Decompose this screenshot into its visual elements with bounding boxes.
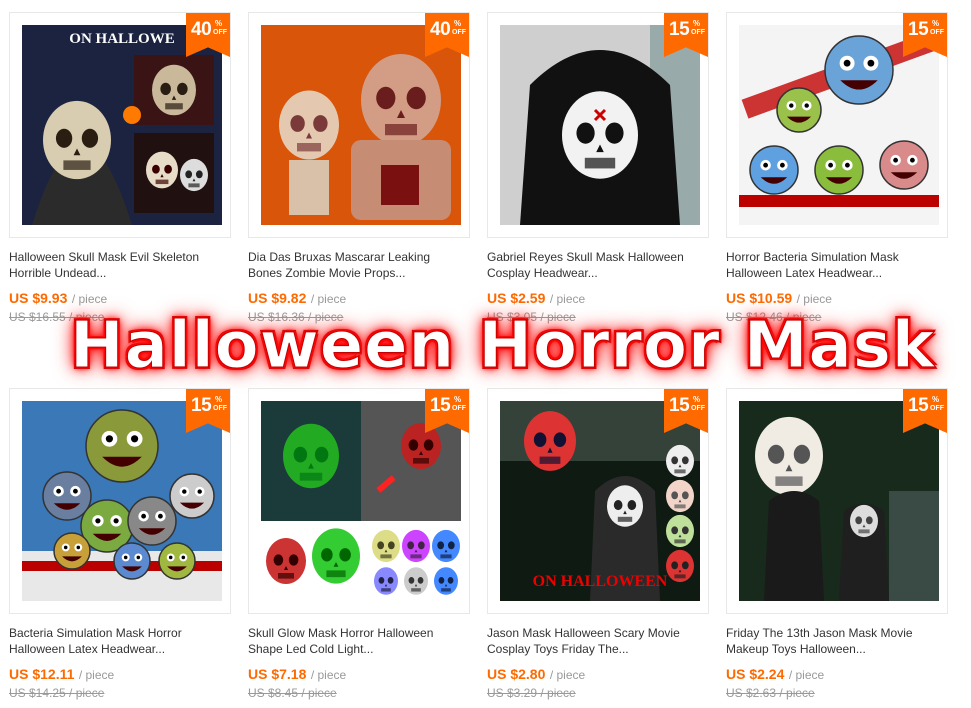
original-price: US $8.45 / piece [248, 686, 337, 700]
product-title-line-1[interactable]: Jason Mask Halloween Scary Movie [487, 625, 709, 641]
product-title-line-2[interactable]: Shape Led Cold Light... [248, 641, 470, 657]
discount-off-label: OFF [930, 29, 944, 36]
price-unit: / piece [310, 668, 347, 682]
discount-percent-sign: % [932, 19, 940, 28]
jason-mask-image[interactable] [739, 401, 939, 601]
discount-off-label: OFF [213, 405, 227, 412]
jason-mask-image[interactable]: ON HALLOWEEN [500, 401, 700, 601]
discount-value: 15 [191, 395, 212, 416]
product-image-frame[interactable]: 40 % OFF [248, 12, 470, 238]
product-title-line-2[interactable]: Halloween Latex Headwear... [9, 641, 231, 657]
discount-percent-sign: % [215, 395, 223, 404]
product-title-link[interactable]: Gabriel Reyes Skull Mask Halloween Cospl… [487, 249, 709, 281]
discount-value: 40 [430, 19, 451, 40]
product-title-line-2[interactable]: Horrible Undead... [9, 265, 231, 281]
price-unit: / piece [78, 668, 115, 682]
product-image-frame[interactable]: ON HALLOWEEN 15 % OFF [487, 388, 709, 614]
zombie-mask-image[interactable] [261, 25, 461, 225]
discount-off-label: OFF [691, 29, 705, 36]
bacteria-mask-image[interactable] [22, 401, 222, 601]
discount-percent-sign: % [693, 19, 701, 28]
product-title-link[interactable]: Skull Glow Mask Horror Halloween Shape L… [248, 625, 470, 657]
svg-text:ON HALLOWE: ON HALLOWE [69, 31, 174, 47]
product-title-line-1[interactable]: Bacteria Simulation Mask Horror [9, 625, 231, 641]
svg-text:ON HALLOWEEN: ON HALLOWEEN [533, 573, 668, 590]
original-price: US $14.25 / piece [9, 686, 105, 700]
discount-value: 15 [669, 19, 690, 40]
product-title-line-1[interactable]: Friday The 13th Jason Mask Movie [726, 625, 948, 641]
product-title-link[interactable]: Horror Bacteria Simulation Mask Hallowee… [726, 249, 948, 281]
discount-off-label: OFF [691, 405, 705, 412]
product-price: US $2.24 / piece [726, 666, 824, 684]
discount-off-label: OFF [930, 405, 944, 412]
product-price: US $12.11 / piece [9, 666, 114, 684]
original-price: US $2.63 / piece [726, 686, 815, 700]
discount-percent-sign: % [932, 395, 940, 404]
discount-percent-sign: % [454, 395, 462, 404]
product-title-line-1[interactable]: Horror Bacteria Simulation Mask [726, 249, 948, 265]
price-amount: US $2.24 [726, 666, 785, 682]
product-title-link[interactable]: Jason Mask Halloween Scary Movie Cosplay… [487, 625, 709, 657]
product-title-line-2[interactable]: Makeup Toys Halloween... [726, 641, 948, 657]
product-title-line-2[interactable]: Bones Zombie Movie Props... [248, 265, 470, 281]
discount-value: 15 [908, 19, 929, 40]
price-amount: US $12.11 [9, 666, 75, 682]
bacteria-mask-image[interactable] [739, 25, 939, 225]
price-unit: / piece [788, 668, 825, 682]
product-image-frame[interactable]: 15 % OFF [726, 12, 948, 238]
product-title-link[interactable]: Bacteria Simulation Mask Horror Hallowee… [9, 625, 231, 657]
product-title-link[interactable]: Dia Das Bruxas Mascarar Leaking Bones Zo… [248, 249, 470, 281]
discount-value: 15 [908, 395, 929, 416]
discount-percent-sign: % [693, 395, 701, 404]
discount-off-label: OFF [452, 405, 466, 412]
price-unit: / piece [549, 668, 586, 682]
discount-percent-sign: % [215, 19, 223, 28]
discount-value: 15 [669, 395, 690, 416]
product-title-line-1[interactable]: Halloween Skull Mask Evil Skeleton [9, 249, 231, 265]
discount-percent-sign: % [454, 19, 462, 28]
price-amount: US $9.93 [9, 290, 68, 306]
original-price: US $3.29 / piece [487, 686, 576, 700]
product-title-line-2[interactable]: Cosplay Toys Friday The... [487, 641, 709, 657]
product-title-link[interactable]: Halloween Skull Mask Evil Skeleton Horri… [9, 249, 231, 281]
product-image-frame[interactable]: 15 % OFF [248, 388, 470, 614]
product-image-frame[interactable]: 15 % OFF [726, 388, 948, 614]
product-price: US $2.80 / piece [487, 666, 585, 684]
product-title-line-1[interactable]: Dia Das Bruxas Mascarar Leaking [248, 249, 470, 265]
overlay-title: Halloween Horror Mask [70, 309, 936, 384]
product-title-link[interactable]: Friday The 13th Jason Mask Movie Makeup … [726, 625, 948, 657]
product-image-frame[interactable]: 15 % OFF [9, 388, 231, 614]
product-image-frame[interactable]: 15 % OFF [487, 12, 709, 238]
product-price: US $7.18 / piece [248, 666, 346, 684]
discount-value: 15 [430, 395, 451, 416]
reaper-mask-image[interactable] [500, 25, 700, 225]
product-image-frame[interactable]: ON HALLOWE 40 % OFF [9, 12, 231, 238]
skull-mask-image[interactable]: ON HALLOWE [22, 25, 222, 225]
price-amount: US $2.80 [487, 666, 546, 682]
glow-skull-mask-image[interactable] [261, 401, 461, 601]
product-title-line-2[interactable]: Halloween Latex Headwear... [726, 265, 948, 281]
product-title-line-2[interactable]: Cosplay Headwear... [487, 265, 709, 281]
price-amount: US $7.18 [248, 666, 307, 682]
discount-off-label: OFF [213, 29, 227, 36]
product-title-line-1[interactable]: Skull Glow Mask Horror Halloween [248, 625, 470, 641]
discount-value: 40 [191, 19, 212, 40]
product-title-line-1[interactable]: Gabriel Reyes Skull Mask Halloween [487, 249, 709, 265]
discount-off-label: OFF [452, 29, 466, 36]
